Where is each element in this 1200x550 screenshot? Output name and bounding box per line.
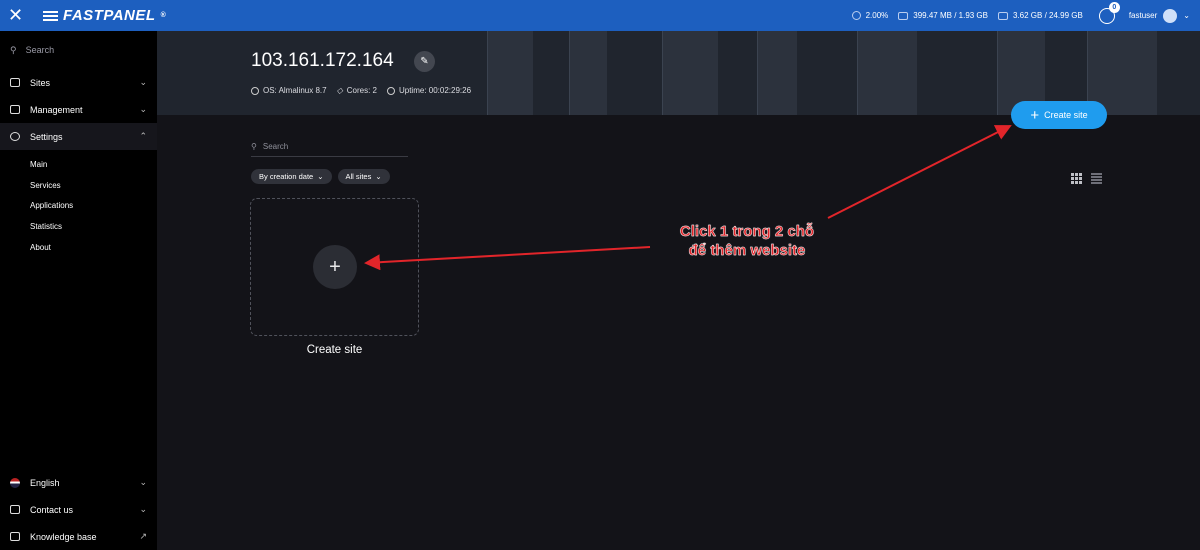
annotation-arrows bbox=[364, 125, 1012, 271]
annotation-text: Click 1 trong 2 chỗ để thêm website bbox=[655, 222, 839, 260]
annotation-line-1: Click 1 trong 2 chỗ bbox=[679, 223, 815, 240]
annotation-line-2: để thêm website bbox=[688, 242, 806, 259]
arrow-to-card bbox=[364, 246, 651, 271]
arrow-to-button bbox=[827, 125, 1012, 219]
